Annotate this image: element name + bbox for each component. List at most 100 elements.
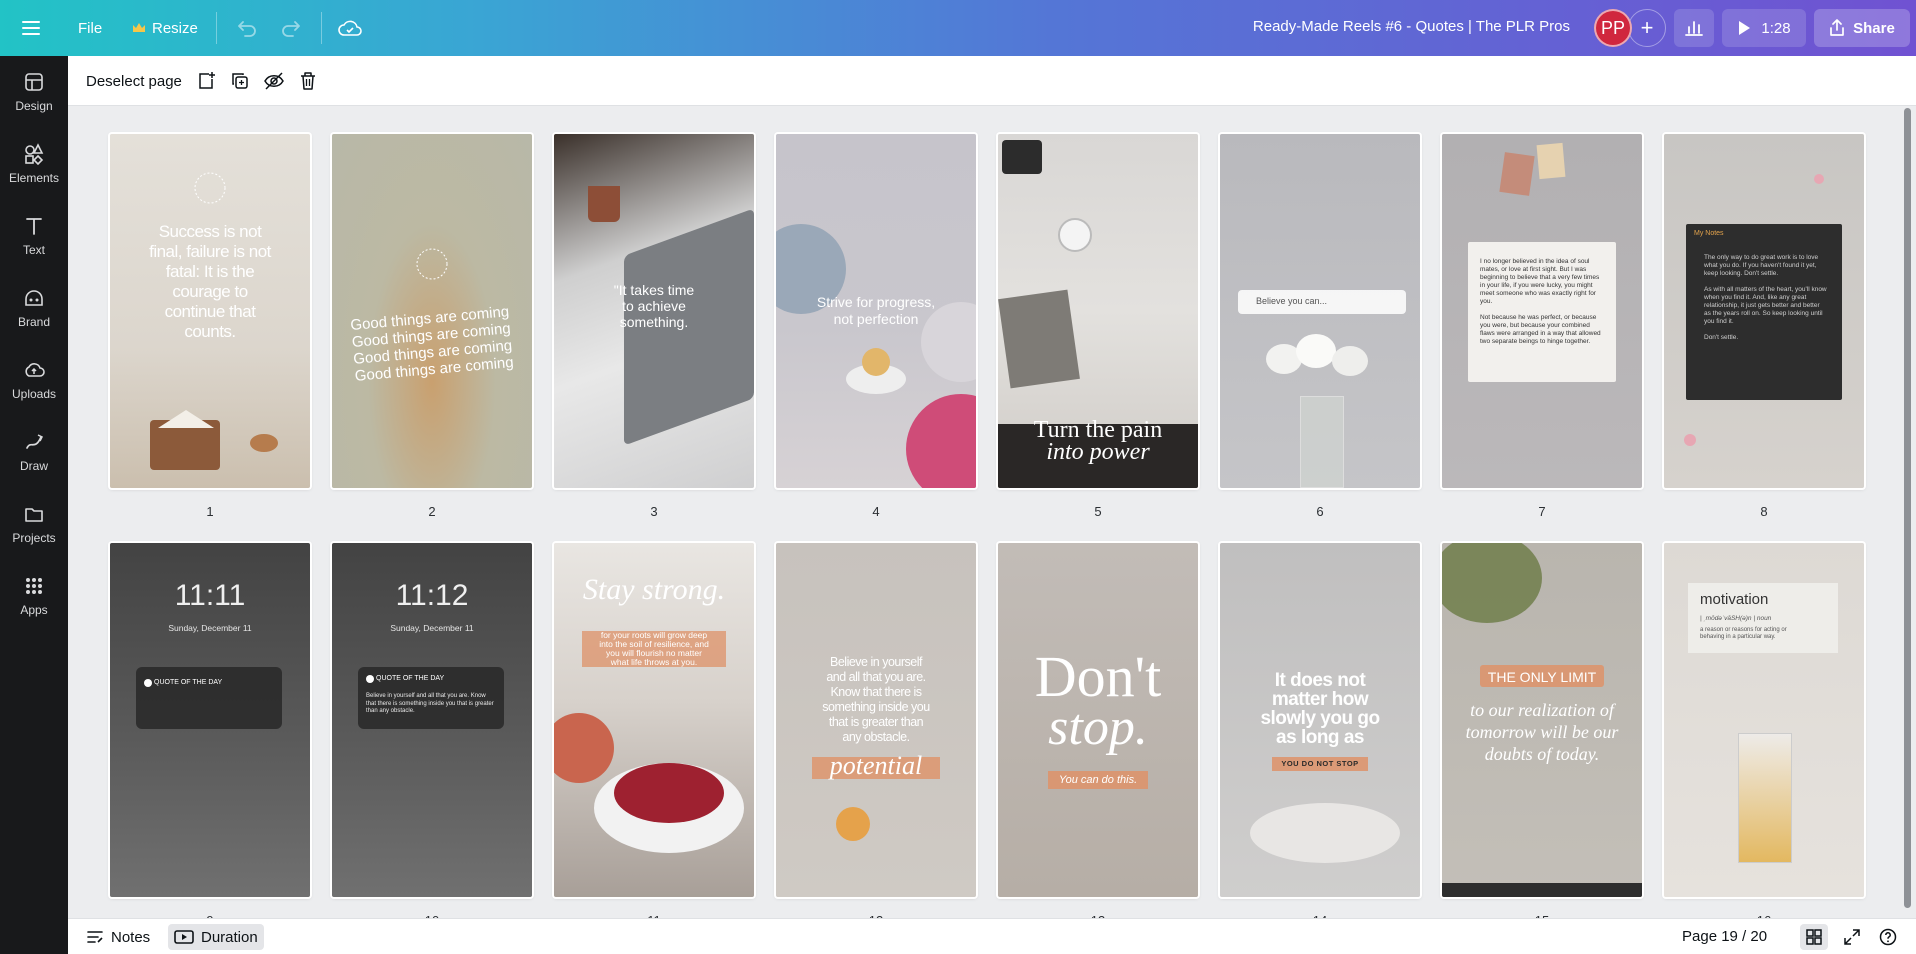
page-thumbnail[interactable]: It does not matter how slowly you go as … [1220, 543, 1420, 897]
present-button[interactable]: 1:28 [1722, 9, 1806, 47]
heart-icon [144, 679, 152, 687]
lockscreen-time: 11:12 [395, 579, 469, 612]
top-bar: File Resize Ready-Made Reels #6 - Quotes… [0, 0, 1916, 56]
uploads-icon [25, 363, 45, 377]
play-icon [1739, 21, 1751, 35]
rail-item-apps[interactable]: Apps [0, 566, 68, 626]
page-thumbnail[interactable]: Success is not final, failure is not fat… [110, 134, 310, 488]
rail-item-brand[interactable]: Brand [0, 278, 68, 338]
avatar[interactable]: PP [1594, 9, 1632, 47]
duplicate-page-button[interactable] [226, 67, 254, 95]
fullscreen-button[interactable] [1838, 924, 1866, 950]
help-button[interactable] [1874, 924, 1902, 950]
quote-title: Stay strong. [582, 573, 726, 606]
brand-icon [25, 290, 43, 306]
deselect-page-button[interactable]: Deselect page [84, 67, 184, 95]
notes-button[interactable]: Notes [80, 924, 156, 950]
insights-button[interactable] [1674, 9, 1714, 47]
page-number: 4 [872, 504, 880, 519]
page-thumbnail[interactable]: "It takes time to achieve something. [554, 134, 754, 488]
expand-icon [1844, 929, 1860, 945]
olive-branch [1442, 543, 1542, 623]
page-thumbnail[interactable]: THE ONLY LIMIT to our realization of tom… [1442, 543, 1642, 897]
scrollbar-thumb[interactable] [1904, 108, 1911, 908]
search-bar-text: Believe you can... [1256, 296, 1328, 306]
page-thumbnail[interactable]: Good things are coming Good things are c… [332, 134, 532, 488]
page-number: 6 [1316, 504, 1324, 519]
page-thumbnail[interactable]: Believe in yourself and all that you are… [776, 543, 976, 897]
glass [1738, 733, 1792, 863]
document-title[interactable]: Ready-Made Reels #6 - Quotes | The PLR P… [1253, 18, 1570, 35]
quote-text: I no longer believed in the idea of soul… [1480, 258, 1601, 345]
notification-title: QUOTE OF THE DAY [376, 675, 445, 682]
page-thumbnail[interactable]: My Notes The only way to do great work i… [1664, 134, 1864, 488]
notification-text: Believe in yourself and all that you are… [366, 693, 494, 714]
grid-view-icon [1806, 929, 1822, 945]
rail-label: Apps [20, 603, 48, 617]
rail-item-projects[interactable]: Projects [0, 494, 68, 554]
quote-text: Good things are coming Good things are c… [349, 303, 515, 385]
quote-text-italic: into power [1046, 439, 1150, 465]
rail-item-draw[interactable]: Draw [0, 422, 68, 482]
file-menu-button[interactable]: File [68, 10, 112, 46]
quote-text: The only way to do great work is to love… [1704, 254, 1827, 341]
balloon [906, 394, 976, 488]
save-status-button[interactable] [332, 10, 368, 46]
vase [1300, 396, 1344, 488]
page-thumbnail[interactable]: Stay strong. for your roots will grow de… [554, 543, 754, 897]
share-button[interactable]: Share [1814, 9, 1910, 47]
hide-page-button[interactable] [260, 67, 288, 95]
rail-item-elements[interactable]: Elements [0, 134, 68, 194]
blossom [1684, 434, 1696, 446]
quote-text: Success is not final, failure is not fat… [149, 222, 271, 341]
vertical-scrollbar[interactable] [1904, 108, 1911, 918]
page-indicator[interactable]: Page 19 / 20 [1682, 928, 1767, 945]
page-thumbnail[interactable]: motivation | ˌmōdəˈvāSH(ə)n | noun a rea… [1664, 543, 1864, 897]
rail-item-text[interactable]: Text [0, 206, 68, 266]
divider [321, 12, 322, 44]
rail-label: Design [15, 99, 53, 113]
main-menu-button[interactable] [14, 10, 50, 46]
page-thumbnail[interactable]: I no longer believed in the idea of soul… [1442, 134, 1642, 488]
design-icon [25, 73, 43, 91]
quote-subtext: YOU DO NOT STOP [1281, 759, 1359, 768]
quote-title: THE ONLY LIMIT [1487, 669, 1597, 685]
page-thumbnail[interactable]: Don't stop. You can do this. [998, 543, 1198, 897]
page-thumbnail[interactable]: Believe you can... [1220, 134, 1420, 488]
rail-label: Text [22, 243, 45, 257]
undo-button[interactable] [229, 10, 265, 46]
help-icon [1879, 928, 1897, 946]
quote-text: Believe in yourself and all that you are… [822, 655, 930, 744]
orange [836, 807, 870, 841]
rail-item-design[interactable]: Design [0, 62, 68, 122]
rail-item-uploads[interactable]: Uploads [0, 350, 68, 410]
rail-label: Elements [8, 171, 60, 185]
timeline-icon [174, 930, 194, 944]
quote-text: "It takes time to achieve something. [613, 282, 695, 330]
resize-button[interactable]: Resize [122, 10, 208, 46]
page-thumbnail[interactable]: Turn the pain into power [998, 134, 1198, 488]
cookie [250, 434, 278, 452]
lockscreen-date: Sunday, December 11 [390, 623, 474, 633]
pomegranate [554, 713, 614, 783]
page-thumbnail[interactable]: Strive for progress, not perfection [776, 134, 976, 488]
notes-title: My Notes [1694, 230, 1724, 237]
photo [1499, 152, 1535, 196]
page-thumbnail[interactable]: 11:12 Sunday, December 11 QUOTE OF THE D… [332, 543, 532, 897]
delete-page-button[interactable] [294, 67, 322, 95]
add-page-button[interactable] [192, 67, 220, 95]
folder-icon [25, 508, 43, 522]
quote-text: for your roots will grow deep into the s… [599, 630, 709, 667]
redo-icon [282, 21, 300, 37]
notification-title: QUOTE OF THE DAY [154, 679, 223, 686]
quote-title: Don't [1034, 644, 1162, 709]
page-thumbnail[interactable]: 11:11 Sunday, December 11 QUOTE OF THE D… [110, 543, 310, 897]
divider [216, 12, 217, 44]
redo-button[interactable] [273, 10, 309, 46]
grid-view-button[interactable] [1800, 924, 1828, 950]
photos [998, 289, 1080, 389]
hamburger-icon [22, 21, 40, 35]
duration-button[interactable]: Duration [168, 924, 264, 950]
add-collaborator-button[interactable]: + [1628, 9, 1666, 47]
table-edge [1442, 883, 1642, 897]
